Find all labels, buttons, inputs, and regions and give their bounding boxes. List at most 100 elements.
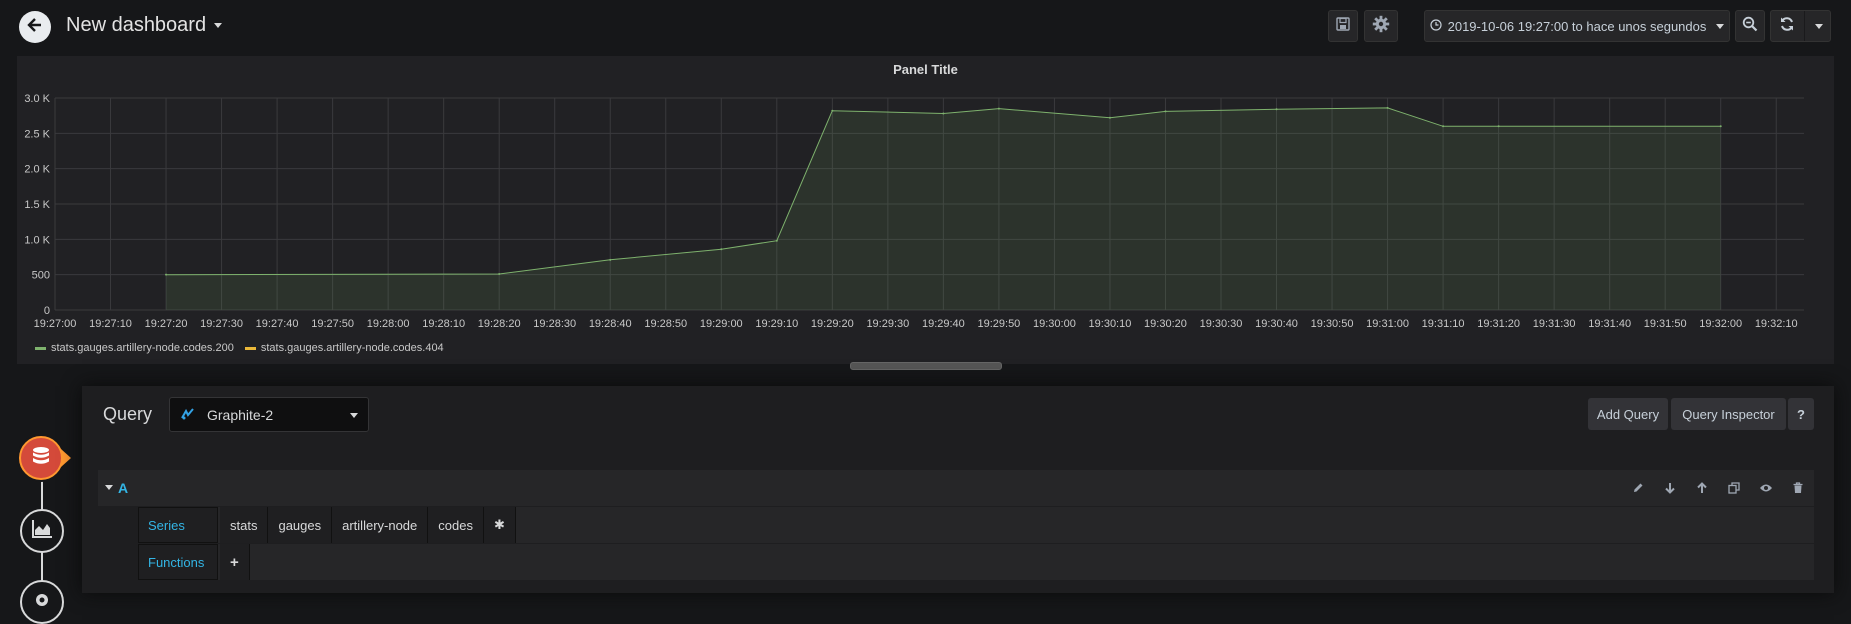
x-tick-label: 19:31:50 [1644, 318, 1687, 330]
legend-item-codes-404[interactable]: stats.gauges.artillery-node.codes.404 [244, 342, 444, 354]
x-tick-label: 19:27:00 [34, 318, 77, 330]
legend-label: stats.gauges.artillery-node.codes.200 [51, 342, 234, 354]
x-tick-label: 19:29:10 [755, 318, 798, 330]
chevron-down-icon [350, 413, 358, 418]
visualization-tab[interactable] [20, 509, 64, 553]
series-segment-wildcard[interactable]: ✱ [483, 507, 516, 543]
y-tick-label: 3.0 K [24, 93, 50, 105]
query-inspector-button[interactable]: Query Inspector [1671, 398, 1786, 430]
data-point [775, 239, 778, 242]
database-icon [30, 445, 52, 472]
series-area [166, 107, 1721, 311]
legend-label: stats.gauges.artillery-node.codes.404 [260, 342, 444, 354]
x-tick-label: 19:27:20 [145, 318, 188, 330]
data-point [997, 107, 1000, 110]
data-point [720, 248, 723, 251]
copy-icon[interactable] [1726, 480, 1742, 496]
functions-row: Functions + [138, 544, 1814, 580]
x-tick-label: 19:29:00 [700, 318, 743, 330]
data-point [831, 109, 834, 112]
y-tick-label: 1.5 K [24, 199, 50, 211]
x-tick-label: 19:31:00 [1366, 318, 1409, 330]
y-tick-label: 2.5 K [24, 128, 50, 140]
x-tick-label: 19:31:30 [1533, 318, 1576, 330]
area-chart-icon [31, 519, 53, 544]
x-tick-label: 19:28:30 [533, 318, 576, 330]
query-ref-id[interactable]: A [118, 480, 128, 496]
functions-label: Functions [138, 544, 218, 580]
series-row: Series stats gauges artillery-node codes… [138, 507, 1814, 543]
data-point [1164, 110, 1167, 113]
x-tick-label: 19:28:10 [422, 318, 465, 330]
x-tick-label: 19:27:30 [200, 318, 243, 330]
x-tick-label: 19:31:10 [1422, 318, 1465, 330]
query-row-actions [1630, 480, 1806, 496]
y-tick-label: 2.0 K [24, 164, 50, 176]
datasource-select[interactable]: Graphite-2 [169, 397, 369, 432]
pencil-icon[interactable] [1630, 480, 1646, 496]
x-tick-label: 19:31:40 [1588, 318, 1631, 330]
x-tick-label: 19:31:20 [1477, 318, 1520, 330]
x-tick-label: 19:27:50 [311, 318, 354, 330]
graphite-icon [181, 408, 195, 423]
series-segment[interactable]: stats [220, 507, 269, 543]
data-point [1442, 125, 1445, 128]
query-section-title: Query [103, 404, 153, 424]
y-tick-label: 0 [44, 305, 50, 317]
x-tick-label: 19:30:50 [1311, 318, 1354, 330]
x-tick-label: 19:29:30 [866, 318, 909, 330]
data-point [165, 273, 168, 276]
graph-chart: 0 500 1.0 K 1.5 K 2.0 K 2.5 K 3.0 K 19:27:00 19:… [24, 93, 1804, 330]
x-tick-label: 19:30:40 [1255, 318, 1298, 330]
legend-swatch [35, 346, 46, 350]
series-segments: stats gauges artillery-node codes ✱ [220, 507, 516, 543]
x-tick-label: 19:29:50 [977, 318, 1020, 330]
query-row-header: A [98, 470, 1814, 506]
eye-icon[interactable] [1758, 480, 1774, 496]
data-point [1497, 125, 1500, 128]
gear-icon [32, 590, 52, 615]
data-point [942, 112, 945, 115]
y-tick-label: 1.0 K [24, 234, 50, 246]
chart-legend: stats.gauges.artillery-node.codes.200 st… [35, 342, 444, 354]
x-tick-label: 19:30:00 [1033, 318, 1076, 330]
general-settings-tab[interactable] [20, 580, 64, 624]
series-segment[interactable]: codes [428, 507, 484, 543]
x-tick-label: 19:27:10 [89, 318, 132, 330]
x-tick-label: 19:32:00 [1699, 318, 1742, 330]
data-point [1719, 125, 1722, 128]
series-label: Series [138, 507, 218, 543]
series-segment[interactable]: gauges [268, 507, 333, 543]
queries-tab[interactable] [19, 436, 63, 480]
help-button[interactable]: ? [1788, 398, 1814, 430]
data-point [609, 258, 612, 261]
data-point [1386, 106, 1389, 109]
arrow-down-icon[interactable] [1662, 480, 1678, 496]
data-point [498, 272, 501, 275]
data-point [1275, 108, 1278, 111]
collapse-caret-icon[interactable] [105, 485, 113, 490]
x-tick-label: 19:28:20 [478, 318, 521, 330]
series-segment[interactable]: artillery-node [332, 507, 429, 543]
x-tick-label: 19:29:20 [811, 318, 854, 330]
add-function-button[interactable]: + [220, 544, 250, 580]
data-point [1108, 116, 1111, 119]
x-tick-label: 19:28:40 [589, 318, 632, 330]
panel-resize-handle[interactable] [850, 362, 1002, 370]
add-query-button[interactable]: Add Query [1588, 398, 1668, 430]
x-tick-label: 19:30:10 [1089, 318, 1132, 330]
arrow-up-icon[interactable] [1694, 480, 1710, 496]
trash-icon[interactable] [1790, 480, 1806, 496]
x-tick-label: 19:27:40 [256, 318, 299, 330]
active-tab-pointer [61, 449, 71, 467]
x-tick-label: 19:32:10 [1755, 318, 1798, 330]
x-tick-label: 19:30:30 [1200, 318, 1243, 330]
x-tick-label: 19:29:40 [922, 318, 965, 330]
x-tick-label: 19:28:00 [367, 318, 410, 330]
x-tick-label: 19:28:50 [644, 318, 687, 330]
legend-item-codes-200[interactable]: stats.gauges.artillery-node.codes.200 [35, 342, 234, 354]
function-segments: + [220, 544, 250, 580]
y-tick-label: 500 [32, 270, 50, 282]
legend-swatch [244, 346, 256, 350]
datasource-name: Graphite-2 [207, 407, 274, 423]
